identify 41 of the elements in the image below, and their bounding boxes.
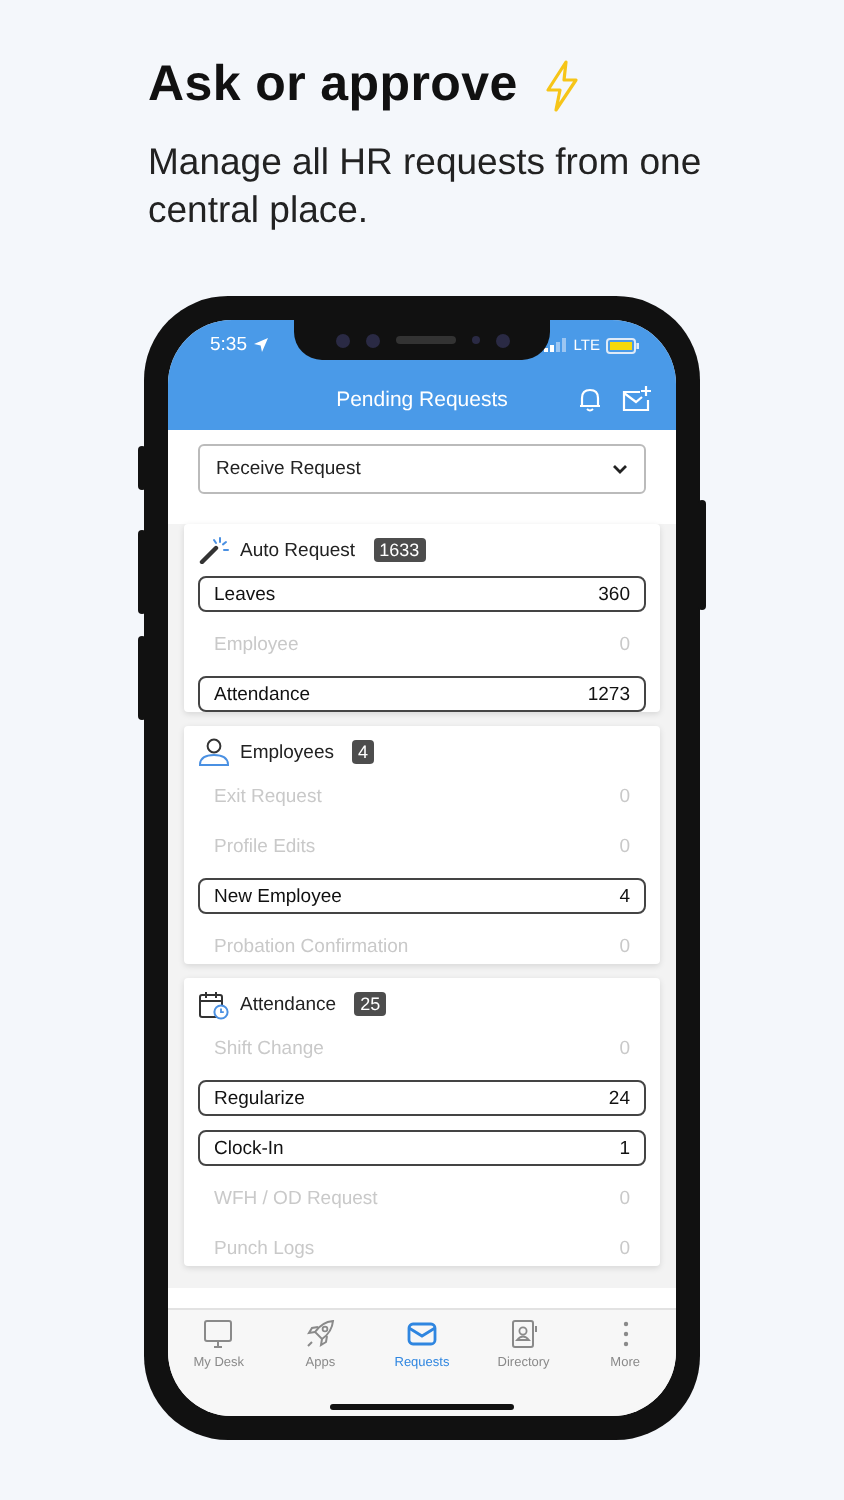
request-count: 1273 xyxy=(587,683,630,705)
bell-icon[interactable] xyxy=(578,386,602,412)
lightning-icon xyxy=(541,59,582,111)
contact-card-icon xyxy=(507,1318,540,1350)
request-row[interactable]: Attendance 1273 xyxy=(198,676,646,712)
request-row[interactable]: Leaves 360 xyxy=(198,576,646,612)
monitor-icon xyxy=(202,1318,235,1350)
battery-icon xyxy=(606,337,640,353)
count-badge: 25 xyxy=(354,992,387,1016)
headline: Ask or approve xyxy=(148,56,518,114)
count-badge: 1633 xyxy=(373,538,426,562)
chevron-down-icon xyxy=(612,464,628,474)
request-label: Attendance xyxy=(214,683,311,705)
request-count: 1 xyxy=(619,1137,630,1159)
request-row[interactable]: Clock-In 1 xyxy=(198,1130,646,1166)
more-icon xyxy=(619,1318,632,1350)
request-label: Regularize xyxy=(214,1087,305,1109)
request-row[interactable]: Regularize 24 xyxy=(198,1080,646,1116)
section-title: Auto Request xyxy=(240,539,356,561)
request-label: Clock-In xyxy=(214,1137,284,1159)
rocket-icon xyxy=(304,1318,337,1350)
count-badge: 4 xyxy=(352,740,375,764)
section-title: Attendance xyxy=(240,993,337,1015)
request-label: New Employee xyxy=(214,885,342,907)
magic-wand-icon xyxy=(198,536,230,564)
request-type-dropdown[interactable]: Receive Request xyxy=(198,444,646,494)
request-count: 4 xyxy=(619,885,630,907)
location-arrow-icon xyxy=(253,338,267,352)
header-title: Pending Requests xyxy=(336,388,508,412)
signal-icon xyxy=(543,338,568,352)
person-icon xyxy=(198,738,230,766)
status-time: 5:35 xyxy=(210,334,247,356)
request-count: 360 xyxy=(598,583,630,605)
section-title: Employees xyxy=(240,741,334,763)
request-row[interactable]: New Employee 4 xyxy=(198,878,646,914)
calendar-clock-icon xyxy=(198,989,230,1019)
compose-mail-icon[interactable] xyxy=(622,386,652,412)
subtitle: Manage all HR requests from one central place. xyxy=(148,138,704,234)
request-count: 24 xyxy=(608,1087,630,1109)
envelope-icon xyxy=(405,1318,438,1350)
request-label: Leaves xyxy=(214,583,276,605)
